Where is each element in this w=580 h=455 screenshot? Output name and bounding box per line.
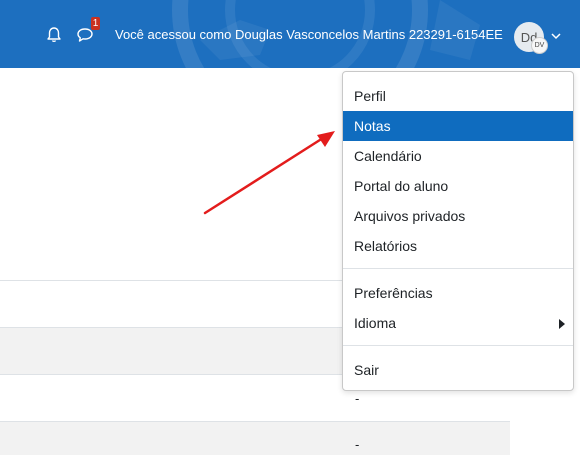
table-cell-value: - (355, 391, 360, 406)
menu-divider (343, 268, 573, 269)
menu-item-notas[interactable]: Notas (343, 111, 573, 141)
menu-divider (343, 345, 573, 346)
table-cell-value: - (355, 437, 360, 452)
chevron-down-icon[interactable] (550, 30, 562, 42)
table-row-divider (0, 421, 510, 422)
menu-item-perfil[interactable]: Perfil (343, 81, 573, 111)
login-info-text: Você acessou como Douglas Vasconcelos Ma… (115, 27, 503, 42)
menu-item-idioma-label: Idioma (354, 315, 397, 331)
menu-item-arquivos-privados[interactable]: Arquivos privados (343, 201, 573, 231)
menu-item-calendario[interactable]: Calendário (343, 141, 573, 171)
user-dropdown-menu: Perfil Notas Calendário Portal do aluno … (342, 71, 574, 391)
menu-item-preferencias[interactable]: Preferências (343, 278, 573, 308)
top-navbar: 1 Você acessou como Douglas Vasconcelos … (0, 0, 580, 68)
caret-right-icon (559, 319, 565, 329)
bell-icon[interactable] (44, 25, 64, 45)
menu-item-relatorios[interactable]: Relatórios (343, 231, 573, 261)
menu-item-sair[interactable]: Sair (343, 355, 573, 385)
menu-item-portal-do-aluno[interactable]: Portal do aluno (343, 171, 573, 201)
message-count-badge: 1 (91, 17, 100, 30)
menu-item-idioma[interactable]: Idioma (343, 308, 573, 338)
table-row (0, 422, 510, 455)
avatar-badge: DV (531, 37, 548, 54)
